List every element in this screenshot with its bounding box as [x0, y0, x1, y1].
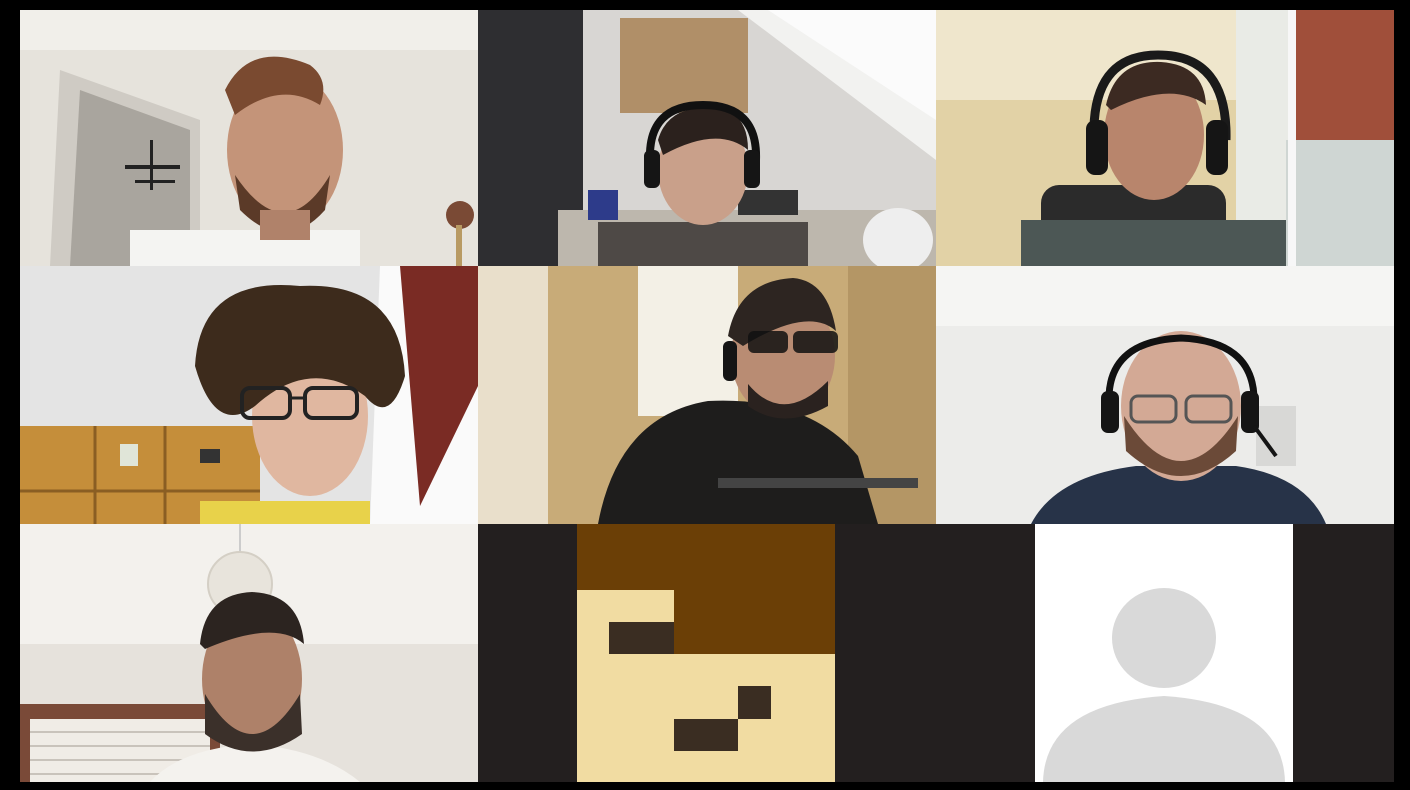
- person-video-feed: [478, 266, 936, 524]
- video-call-gallery: [0, 0, 1410, 790]
- participant-video-tile-7[interactable]: [20, 524, 478, 782]
- participant-video-tile-3[interactable]: [936, 10, 1394, 266]
- person-video-feed: [478, 10, 936, 266]
- participant-video-tile-5[interactable]: [478, 266, 936, 524]
- person-video-feed: [20, 10, 478, 266]
- participant-video-tile-2[interactable]: [478, 10, 936, 266]
- person-video-feed: [20, 524, 478, 782]
- person-video-feed: [936, 10, 1394, 266]
- participant-avatar-tile-8[interactable]: [478, 524, 936, 782]
- default-user-avatar-icon: [1035, 524, 1293, 782]
- participant-video-tile-4[interactable]: [20, 266, 478, 524]
- participant-video-tile-1[interactable]: [20, 10, 478, 266]
- pixel-face-avatar-icon: [577, 524, 835, 782]
- participant-video-tile-6[interactable]: [936, 266, 1394, 524]
- participant-avatar-tile-9[interactable]: [936, 524, 1394, 782]
- person-video-feed: [936, 266, 1394, 524]
- person-video-feed: [20, 266, 478, 524]
